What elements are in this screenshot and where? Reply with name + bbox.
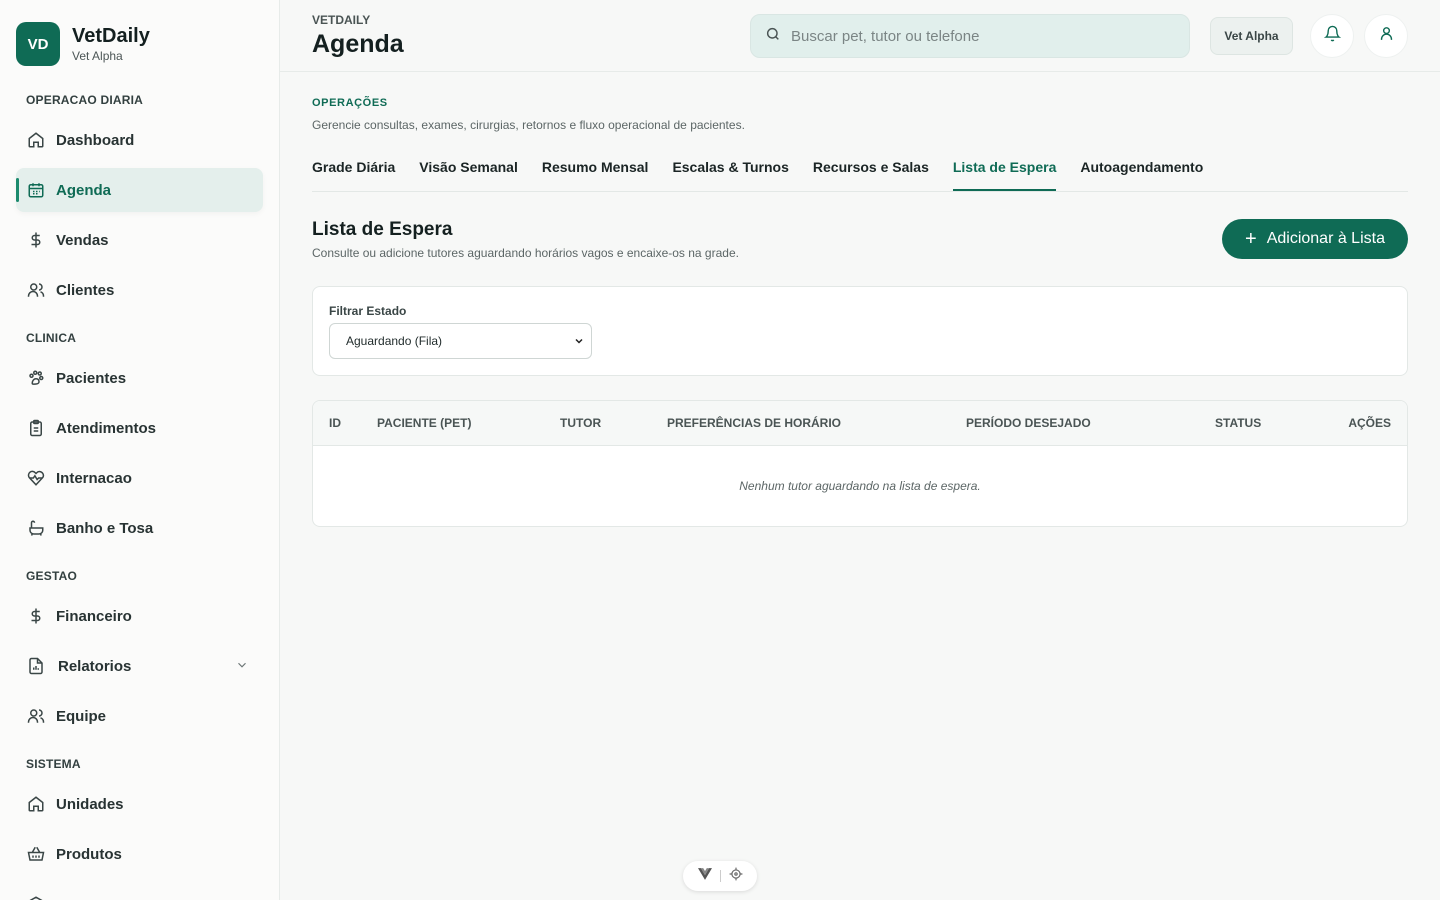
sidebar-item-relatorios[interactable]: Relatorios [16,644,263,688]
search-input[interactable] [791,27,1171,45]
breadcrumb: VETDAILY [312,13,371,27]
tab-grade-diaria[interactable]: Grade Diária [312,150,395,191]
sidebar-item-label: Financeiro [56,607,132,625]
sidebar-item-label: Banho e Tosa [56,519,154,537]
brand[interactable]: VD VetDaily Vet Alpha [16,22,150,66]
column-header-status: STATUS [1215,416,1262,430]
column-header-periodo: PERÍODO DESEJADO [966,416,1091,430]
tab-resumo-mensal[interactable]: Resumo Mensal [542,150,649,191]
brand-logo: VD [16,22,60,66]
filter-card: Filtrar Estado Aguardando (Fila) [312,286,1408,376]
top-header: VETDAILY Agenda Vet Alpha [280,0,1440,72]
heart-pulse-icon [26,468,46,488]
table-header: ID PACIENTE (PET) TUTOR PREFERÊNCIAS DE … [313,401,1407,446]
column-header-acoes: AÇÕES [1348,416,1391,430]
column-header-tutor: TUTOR [560,416,602,430]
user-menu-button[interactable] [1364,14,1408,58]
plus-icon: + [1245,228,1257,250]
section-label: OPERAÇÕES [312,97,388,109]
dollar-icon [26,230,46,250]
column-header-id: ID [329,416,341,430]
sidebar-item-agenda[interactable]: Agenda [16,168,263,212]
sidebar-item-label: Relatorios [58,657,132,675]
sidebar-item-label: Unidades [56,795,124,813]
sidebar-item-label: Dashboard [56,131,135,149]
column-header-preferencias: PREFERÊNCIAS DE HORÁRIO [667,416,842,430]
bath-icon [26,518,46,538]
sidebar-item-dashboard[interactable]: Dashboard [16,118,263,162]
home-icon [26,794,46,814]
sidebar: VD VetDaily Vet Alpha OPERACAO DIARIA Da… [0,0,280,900]
vue-logo-icon[interactable] [697,867,712,885]
tab-autoagendamento[interactable]: Autoagendamento [1080,150,1203,191]
tab-recursos-salas[interactable]: Recursos e Salas [813,150,929,191]
section-title-sistema: SISTEMA [26,757,81,771]
report-icon [26,656,46,676]
waitlist-subtitle: Consulte ou adicione tutores aguardando … [312,246,739,260]
waitlist-table: ID PACIENTE (PET) TUTOR PREFERÊNCIAS DE … [312,400,1408,527]
dev-toolbar[interactable] [683,861,757,891]
box-icon [26,894,46,900]
users-icon [26,280,46,300]
target-icon[interactable] [729,867,743,886]
tab-visao-semanal[interactable]: Visão Semanal [419,150,518,191]
sidebar-item-atendimentos[interactable]: Atendimentos [16,406,263,450]
sidebar-item-label: Equipe [56,707,107,725]
section-title-gestao: GESTAO [26,569,77,583]
clipboard-icon [26,418,46,438]
chevron-down-icon [573,335,585,350]
users-icon [26,706,46,726]
status-filter-select[interactable]: Aguardando (Fila) [329,323,592,359]
sidebar-item-equipe[interactable]: Equipe [16,694,263,738]
tab-lista-espera[interactable]: Lista de Espera [952,150,1057,191]
sidebar-item-banho-tosa[interactable]: Banho e Tosa [16,506,263,550]
bell-icon [1323,25,1341,47]
chevron-down-icon[interactable] [235,658,249,676]
user-icon [1378,25,1395,47]
sidebar-item-produtos[interactable]: Produtos [16,832,263,876]
tab-escalas-turnos[interactable]: Escalas & Turnos [672,150,788,191]
home-icon [26,130,46,150]
section-description: Gerencie consultas, exames, cirurgias, r… [312,118,745,132]
sidebar-item-label: Atendimentos [56,419,157,437]
sidebar-item-partial[interactable] [16,882,263,900]
add-to-waitlist-button[interactable]: + Adicionar à Lista [1222,219,1408,259]
sidebar-item-pacientes[interactable]: Pacientes [16,356,263,400]
sidebar-item-label: Agenda [56,181,112,199]
section-title-clinica: CLINICA [26,331,77,345]
section-title-operacao: OPERACAO DIARIA [26,93,144,107]
sidebar-item-unidades[interactable]: Unidades [16,782,263,826]
org-selector[interactable]: Vet Alpha [1210,17,1293,55]
add-button-label: Adicionar à Lista [1266,230,1385,247]
filter-selected-value: Aguardando (Fila) [346,334,443,348]
calendar-icon [26,180,46,200]
sidebar-item-vendas[interactable]: Vendas [16,218,263,262]
search-icon [765,26,781,47]
notifications-button[interactable] [1310,14,1354,58]
basket-icon [26,844,46,864]
empty-state-message: Nenhum tutor aguardando na lista de espe… [739,479,981,493]
sidebar-item-label: Clientes [56,281,115,299]
sidebar-item-financeiro[interactable]: Financeiro [16,594,263,638]
sidebar-item-internacao[interactable]: Internacao [16,456,263,500]
brand-name: VetDaily [72,25,150,47]
sidebar-item-label: Produtos [56,845,122,863]
filter-label: Filtrar Estado [329,304,407,318]
toolbar-divider [719,870,721,882]
sidebar-item-label: Pacientes [56,369,127,387]
page-title: Agenda [312,30,404,58]
sidebar-item-clientes[interactable]: Clientes [16,268,263,312]
agenda-tabs: Grade Diária Visão Semanal Resumo Mensal… [312,150,1408,192]
sidebar-item-label: Internacao [56,469,132,487]
paw-icon [26,368,46,388]
brand-subtitle: Vet Alpha [72,49,123,63]
sidebar-item-label: Vendas [56,231,109,249]
search-bar[interactable] [750,14,1190,58]
dollar-icon [26,606,46,626]
column-header-paciente: PACIENTE (PET) [377,416,472,430]
waitlist-title: Lista de Espera [312,219,453,240]
